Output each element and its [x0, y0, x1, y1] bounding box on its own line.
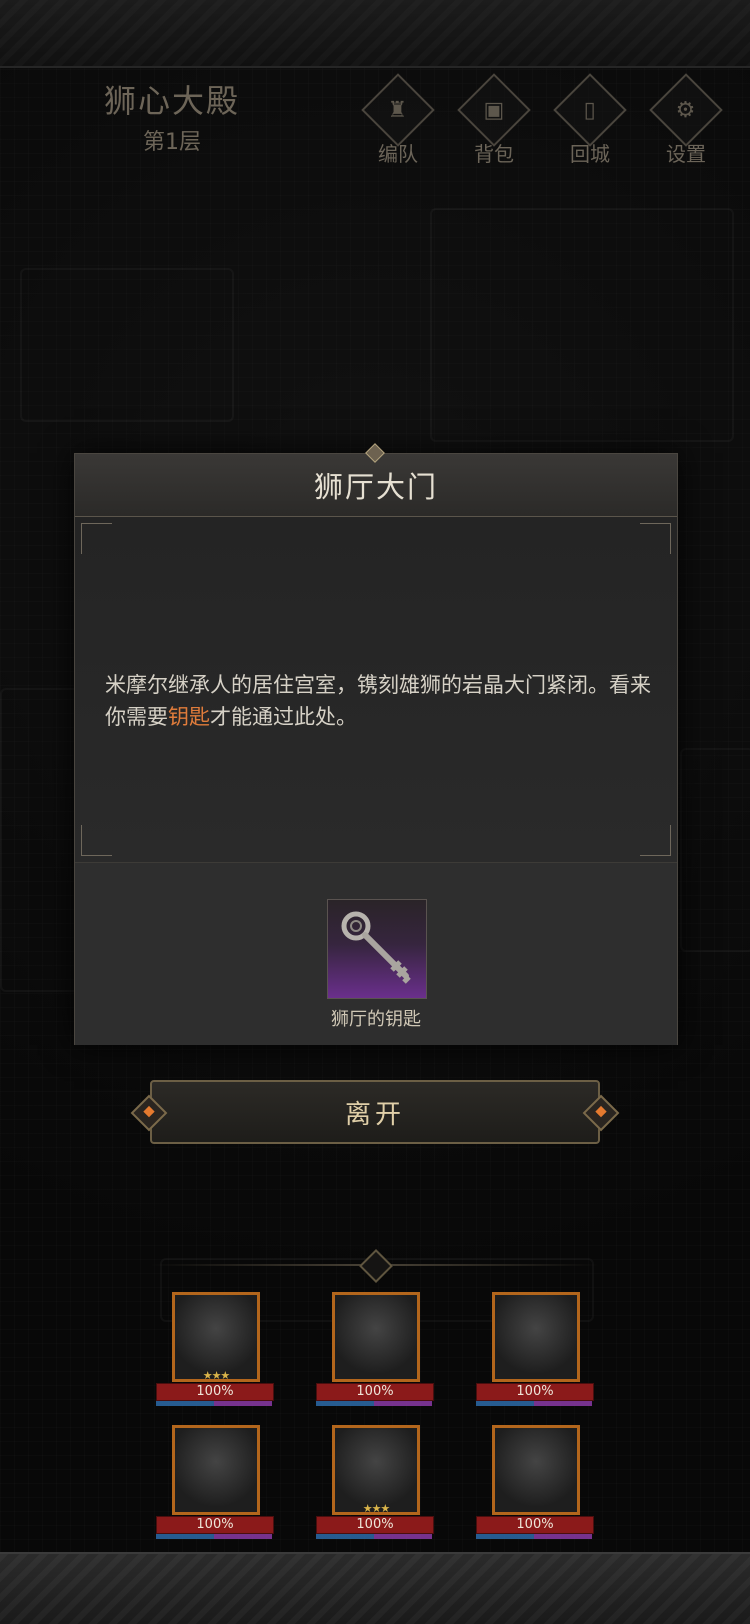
- dialog-title: 狮厅大门: [75, 454, 677, 517]
- hero-slot[interactable]: 100%: [316, 1292, 434, 1422]
- hero-slot[interactable]: 100%: [476, 1292, 594, 1422]
- leave-button[interactable]: 离开: [120, 1080, 630, 1144]
- backpack-icon: ▣: [483, 97, 505, 123]
- location-name: 狮心大殿: [103, 82, 240, 120]
- star-rating: ★★★: [202, 1369, 231, 1382]
- corner-ornament: [81, 523, 112, 554]
- blonde-mage-icon: [492, 1292, 580, 1382]
- description-highlight: 钥匙: [168, 705, 210, 729]
- hp-bar: 100%: [316, 1383, 434, 1401]
- required-item-panel: 狮厅的钥匙: [75, 862, 677, 1045]
- antlered-druid-icon: [332, 1292, 420, 1382]
- corner-ornament: [81, 825, 112, 856]
- energy-bar: [476, 1534, 592, 1539]
- location-header: 狮心大殿 第1层: [92, 76, 252, 156]
- hp-bar: 100%: [156, 1383, 274, 1401]
- hp-bar: 100%: [476, 1383, 594, 1401]
- star-rating: ★★★: [362, 1502, 391, 1515]
- dialog-description: 米摩尔继承人的居住宫室，镌刻雄狮的岩晶大门紧闭。看来你需要钥匙才能通过此处。: [105, 669, 655, 733]
- item-name: 狮厅的钥匙: [331, 1009, 421, 1030]
- settings-button[interactable]: ⚙ 设置: [644, 73, 728, 167]
- dialog-body: 米摩尔继承人的居住宫室，镌刻雄狮的岩晶大门紧闭。看来你需要钥匙才能通过此处。: [75, 517, 677, 862]
- corner-ornament: [640, 825, 671, 856]
- hero-slot[interactable]: ★★★ 100%: [156, 1292, 274, 1422]
- key-icon: [341, 911, 411, 984]
- hp-bar: 100%: [316, 1516, 434, 1534]
- event-dialog: 狮厅大门 米摩尔继承人的居住宫室，镌刻雄狮的岩晶大门紧闭。看来你需要钥匙才能通过…: [74, 443, 678, 1045]
- hp-bar: 100%: [156, 1516, 274, 1534]
- leave-button-label: 离开: [344, 1099, 405, 1130]
- crowned-priestess-icon: [492, 1425, 580, 1515]
- item-slot[interactable]: [327, 899, 427, 999]
- energy-bar: [156, 1401, 272, 1406]
- energy-bar: [476, 1401, 592, 1406]
- floor-label: 第1层: [143, 130, 201, 155]
- hero-slot[interactable]: ★★★ 100%: [316, 1425, 434, 1555]
- energy-bar: [156, 1534, 272, 1539]
- dark-knight-icon: [172, 1425, 260, 1515]
- horned-helmet-icon: ♜: [388, 97, 408, 123]
- energy-bar: [316, 1401, 432, 1406]
- hero-slot[interactable]: 100%: [156, 1425, 274, 1555]
- hp-bar: 100%: [476, 1516, 594, 1534]
- formation-button[interactable]: ♜ 编队: [356, 73, 440, 167]
- return-town-button[interactable]: ▯ 回城: [548, 73, 632, 167]
- hero-slot[interactable]: 100%: [476, 1425, 594, 1555]
- energy-bar: [316, 1534, 432, 1539]
- door-icon: ▯: [583, 97, 597, 123]
- bottom-ornate-bar: [0, 1552, 750, 1624]
- corner-ornament: [640, 523, 671, 554]
- description-text-end: 才能通过此处。: [210, 705, 357, 729]
- gear-icon: ⚙: [676, 97, 696, 123]
- game-screen: 狮心大殿 第1层 ♜ 编队 ▣ 背包 ▯ 回城 ⚙ 设置 狮厅大门 米摩尔继承人…: [0, 0, 750, 1624]
- backpack-button[interactable]: ▣ 背包: [452, 73, 536, 167]
